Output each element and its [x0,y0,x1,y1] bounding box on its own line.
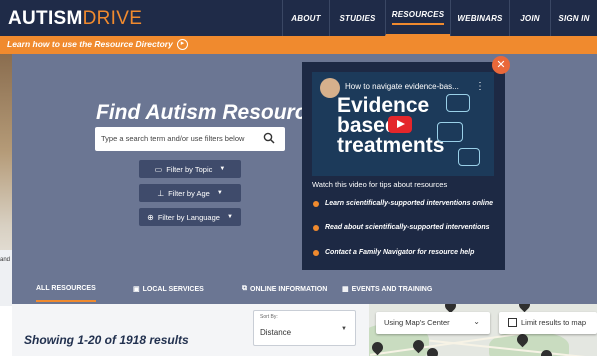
resource-link-3[interactable]: Contact a Family Navigator for resource … [313,249,498,257]
main-nav: ABOUT STUDIES RESOURCES WEBINARS JOIN SI… [282,0,597,36]
tab-all-resources-label: ALL RESOURCES [36,285,96,302]
limit-results-toggle[interactable]: Limit results to map [499,312,597,334]
filter-age-label: Filter by Age [168,188,210,198]
globe-icon: ⊕ [147,212,154,222]
filter-by-age-button[interactable]: ⊥ Filter by Age ▼ [139,184,241,202]
map-center-select-value: Using Map's Center [384,318,450,327]
limit-results-label: Limit results to map [521,318,587,327]
results-count: Showing 1-20 of 1918 results [24,333,189,347]
video-title[interactable]: How to navigate evidence-bas... [345,82,459,91]
chevron-down-icon: ▼ [219,166,226,172]
limit-results-checkbox[interactable] [508,318,517,327]
tab-all-resources[interactable]: ALL RESOURCES [36,285,96,302]
search-placeholder: Type a search term and/or use filters be… [101,134,245,143]
nav-about[interactable]: ABOUT [282,0,329,36]
map-center-select[interactable]: Using Map's Center ⌄ [376,312,490,334]
play-button-icon[interactable] [388,116,412,133]
sort-by-select[interactable]: Sort By: Distance ▼ [253,310,356,346]
sort-by-label: Sort By: [260,314,278,320]
sort-by-value: Distance [260,328,292,337]
monitor-icon: ⧉ [242,285,247,292]
top-navigation-bar: AUTISMDRIVE ABOUT STUDIES RESOURCES WEBI… [0,0,597,36]
filter-by-language-button[interactable]: ⊕ Filter by Language ▼ [139,208,241,226]
filter-language-label: Filter by Language [157,212,220,222]
autismdrive-logo[interactable]: AUTISMDRIVE [8,8,142,30]
tab-local-services[interactable]: ▣ LOCAL SERVICES [133,285,204,294]
tab-online-information[interactable]: ⧉ ONLINE INFORMATION [242,285,327,293]
resource-link-2[interactable]: Read about scientifically-supported inte… [313,224,498,232]
banner-text[interactable]: Learn how to use the Resource Directory [7,39,173,49]
tab-events-and-training[interactable]: ▦ EVENTS AND TRAINING [342,285,433,294]
nav-resources-label: RESOURCES [391,10,445,25]
folder-icon: ▭ [154,164,163,174]
thumb-line-3: treatments [337,134,445,157]
nav-webinars[interactable]: WEBINARS [450,0,509,36]
nav-resources[interactable]: RESOURCES [385,0,450,36]
search-input[interactable]: Type a search term and/or use filters be… [95,127,285,151]
resource-link-2-label[interactable]: Read about scientifically-supported inte… [313,224,498,232]
thumbnail-decoration-icon [437,122,463,142]
thumb-line-1: Evidence [337,94,430,117]
more-options-icon[interactable]: ⋮ [475,81,485,92]
filter-by-topic-button[interactable]: ▭ Filter by Topic ▼ [139,160,241,178]
thumbnail-decoration-icon [458,148,480,166]
bullet-icon [313,225,319,231]
nav-join-label: JOIN [520,13,540,23]
chevron-down-icon: ▼ [216,190,223,196]
video-player[interactable]: How to navigate evidence-bas... ⋮ Eviden… [312,72,494,176]
nav-join[interactable]: JOIN [509,0,550,36]
nav-about-label: ABOUT [291,13,321,23]
video-caption: Watch this video for tips about resource… [312,180,448,189]
results-panel: Showing 1-20 of 1918 results Sort By: Di… [12,304,369,356]
age-icon: ⊥ [157,188,165,198]
resource-directory-banner[interactable]: Learn how to use the Resource Directory … [0,36,597,54]
background-panel-fragment-lower [0,306,12,356]
circle-arrow-right-icon[interactable]: ▸ [177,39,188,50]
nav-studies[interactable]: STUDIES [329,0,385,36]
thumbnail-decoration-icon [446,94,470,112]
tab-events-and-training-label: EVENTS AND TRAINING [351,285,433,293]
bullet-icon [313,201,319,207]
nav-studies-label: STUDIES [339,13,376,23]
logo-text-autism: AUTISM [8,8,83,29]
filter-topic-label: Filter by Topic [166,164,213,174]
logo-text-drive: DRIVE [82,8,143,29]
resource-link-3-label[interactable]: Contact a Family Navigator for resource … [313,249,498,257]
nav-sign-in-label: SIGN IN [558,13,590,23]
map-marker-icon: ▣ [133,286,140,293]
chevron-down-icon: ▼ [226,214,233,220]
chevron-down-icon: ⌄ [473,317,480,326]
bullet-icon [313,250,319,256]
background-text-fragment: and [0,257,11,263]
chevron-down-icon: ▼ [341,326,347,332]
nav-webinars-label: WEBINARS [457,13,503,23]
nav-sign-in[interactable]: SIGN IN [550,0,597,36]
search-icon[interactable] [263,132,275,144]
resource-tabs: ALL RESOURCES ▣ LOCAL SERVICES ⧉ ONLINE … [12,276,597,304]
resource-link-1-label[interactable]: Learn scientifically-supported intervent… [313,200,498,208]
video-popup-card: How to navigate evidence-bas... ⋮ Eviden… [302,62,505,270]
tab-online-information-label: ONLINE INFORMATION [250,285,328,293]
calendar-icon: ▦ [342,286,349,293]
close-icon[interactable]: ✕ [492,56,510,74]
page-title: Find Autism Resources [96,101,330,124]
resource-link-1[interactable]: Learn scientifically-supported intervent… [313,200,498,208]
tab-local-services-label: LOCAL SERVICES [142,285,204,293]
